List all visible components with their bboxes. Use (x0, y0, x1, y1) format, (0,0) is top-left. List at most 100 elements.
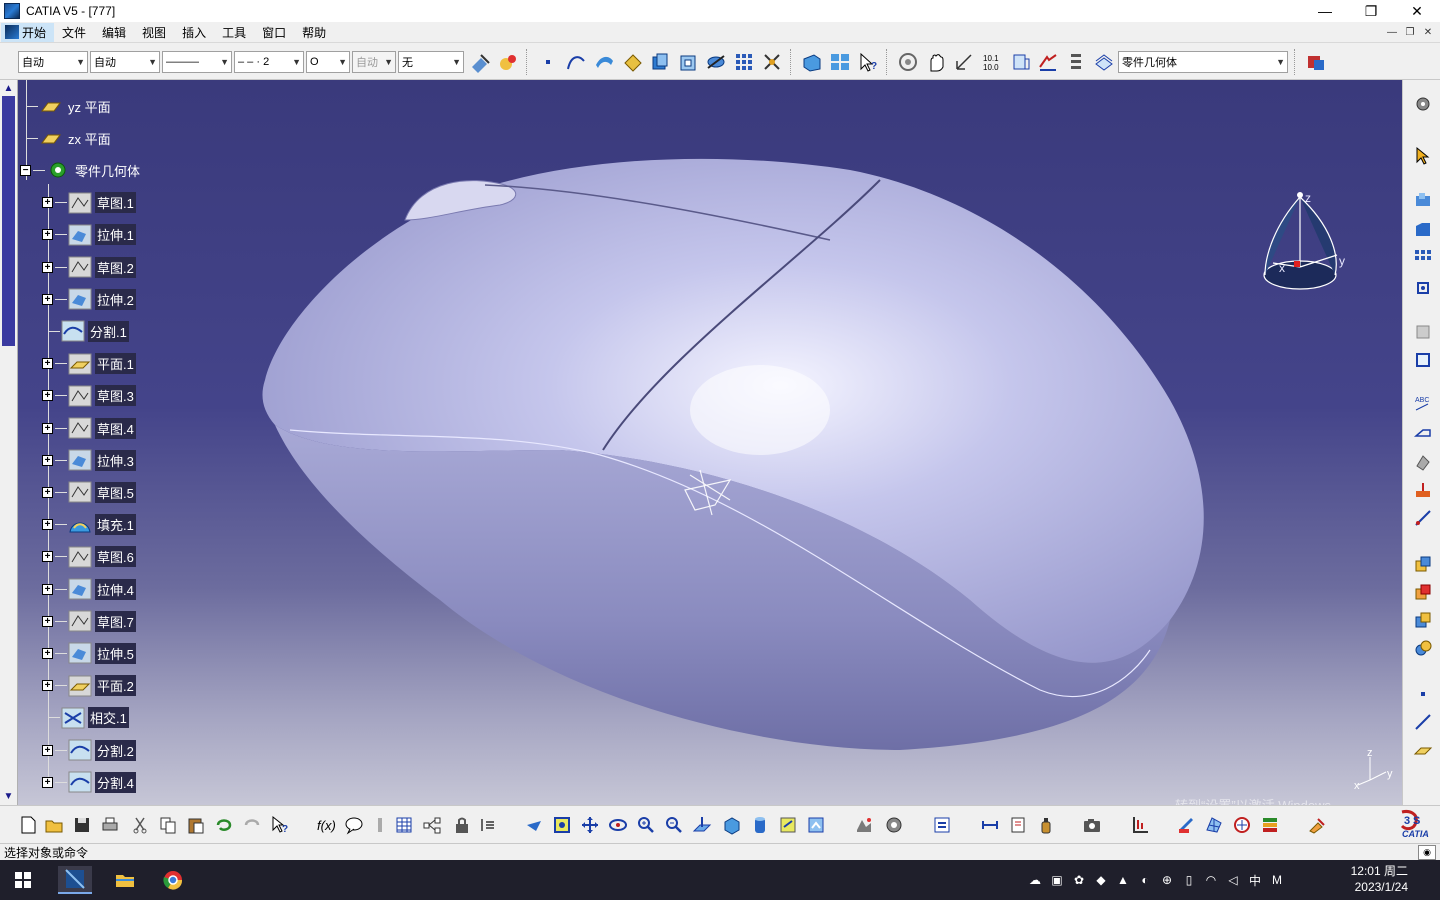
ime-mode-indicator[interactable]: M (1266, 871, 1288, 889)
new-file-icon[interactable] (16, 813, 40, 837)
taskbar-explorer-icon[interactable] (108, 866, 142, 894)
pad-icon[interactable] (648, 50, 672, 74)
tree-item[interactable]: + 拉伸.3 (42, 448, 136, 472)
gear-icon[interactable] (1411, 92, 1435, 116)
workbench-icon[interactable] (1304, 50, 1328, 74)
boolean-union-icon[interactable] (1411, 636, 1435, 660)
analysis-icon[interactable] (1411, 320, 1435, 344)
boolean-remove-icon[interactable] (1411, 580, 1435, 604)
tree-item[interactable]: + 草图.4 (42, 416, 136, 440)
reference-plane-icon[interactable] (1411, 738, 1435, 762)
rotate-icon[interactable] (606, 813, 630, 837)
tree-item[interactable]: + 草图.2 (42, 255, 136, 279)
publish-icon[interactable] (930, 813, 954, 837)
undo-icon[interactable] (212, 813, 236, 837)
point-icon[interactable] (536, 50, 560, 74)
sketch-analysis-icon[interactable] (1006, 813, 1030, 837)
tray-nvidia-icon[interactable]: ▲ (1112, 871, 1134, 889)
tree-item[interactable]: + 拉伸.4 (42, 577, 136, 601)
doc-minimize-button[interactable]: — (1384, 24, 1400, 40)
tree-item[interactable]: − 零件几何体 (20, 158, 142, 182)
reference-line-icon[interactable] (1411, 710, 1435, 734)
compass[interactable]: z x y (1255, 185, 1355, 295)
menu-file[interactable]: 文件 (54, 24, 94, 41)
tree-item[interactable]: + 拉伸.2 (42, 287, 136, 311)
normal-view-icon[interactable] (1008, 50, 1032, 74)
maximize-button[interactable]: ❐ (1348, 0, 1394, 22)
expand-icon[interactable]: + (42, 229, 53, 241)
measure-icon[interactable] (952, 50, 976, 74)
camera-icon[interactable] (1080, 813, 1104, 837)
tools-icon[interactable] (760, 50, 784, 74)
tree-item[interactable]: + 分割.4 (42, 770, 136, 794)
expand-icon[interactable]: + (42, 390, 53, 402)
volume-icon[interactable]: ◁ (1222, 871, 1244, 889)
move-icon[interactable] (578, 813, 602, 837)
onedrive-icon[interactable]: ☁ (1024, 871, 1046, 889)
current-body-combo[interactable]: 零件几何体 ▼ (1118, 50, 1288, 73)
dimension-icon[interactable] (978, 813, 1002, 837)
scrollbar-thumb[interactable] (2, 96, 15, 346)
catalog-icon[interactable] (368, 813, 392, 837)
fit-all-icon[interactable] (550, 813, 574, 837)
scale-icon[interactable]: 10.1 10.0 (980, 50, 1004, 74)
pattern-icon[interactable] (732, 50, 756, 74)
transparency-combo[interactable]: 自动 ▼ (90, 50, 160, 73)
menu-view[interactable]: 视图 (134, 24, 174, 41)
expand-icon[interactable]: + (42, 293, 53, 305)
expand-icon[interactable]: + (42, 680, 53, 692)
axis-grid-icon[interactable] (1128, 813, 1152, 837)
tray-k-icon[interactable]: ▣ (1046, 871, 1068, 889)
tree-item[interactable]: 分割.1 (48, 319, 129, 343)
knowledge-icon[interactable] (342, 813, 366, 837)
expand-icon[interactable]: + (42, 454, 53, 466)
bottle-icon[interactable] (1034, 813, 1058, 837)
translate-icon[interactable] (1411, 276, 1435, 300)
render-icon[interactable] (852, 813, 876, 837)
mouse-model-canvas[interactable] (0, 80, 1402, 805)
properties-icon[interactable] (496, 50, 520, 74)
linewidth-combo[interactable]: ——— ▼ (162, 50, 232, 73)
surface-mesh-icon[interactable] (1202, 813, 1226, 837)
normal-view-icon[interactable] (690, 813, 714, 837)
close-button[interactable]: ✕ (1394, 0, 1440, 22)
shaft-icon[interactable] (704, 50, 728, 74)
doc-restore-button[interactable]: ❐ (1402, 24, 1418, 40)
windows-start-icon[interactable] (8, 866, 38, 894)
whats-this-icon[interactable]: ? (856, 50, 880, 74)
tree-item[interactable]: + 平面.2 (42, 674, 136, 698)
formula-icon[interactable]: f(x) (314, 813, 338, 837)
fly-icon[interactable] (522, 813, 546, 837)
scroll-down-icon[interactable]: ▼ (1, 789, 16, 804)
annotation-icon[interactable]: ABC (1411, 392, 1435, 416)
save-icon[interactable] (70, 813, 94, 837)
hide-icon[interactable] (776, 813, 800, 837)
diagram-icon[interactable] (420, 813, 444, 837)
fillet-icon[interactable] (1411, 188, 1435, 212)
shading-icon[interactable] (748, 813, 772, 837)
redo-icon[interactable] (240, 813, 264, 837)
tree-item[interactable]: + 草图.5 (42, 480, 136, 504)
menu-start[interactable]: 开始 (1, 22, 55, 42)
draft-analysis-icon[interactable] (1411, 348, 1435, 372)
hide-show-icon[interactable] (1036, 50, 1060, 74)
tree-item[interactable]: + 草图.3 (42, 384, 136, 408)
boolean-intersect-icon[interactable] (1411, 608, 1435, 632)
power-input-icon[interactable]: ◉ (1418, 845, 1436, 860)
expand-icon[interactable]: + (42, 197, 53, 209)
expand-icon[interactable]: + (42, 551, 53, 563)
tray-globe-icon[interactable]: ◐ (1134, 871, 1156, 889)
tree-item[interactable]: + 拉伸.5 (42, 641, 136, 665)
tree-item[interactable]: + 平面.1 (42, 352, 136, 376)
face-icon[interactable] (800, 50, 824, 74)
lock-icon[interactable] (450, 813, 474, 837)
3d-viewport[interactable]: ▲ ▼ yz 平面 zx 平面 − 零件几何体 + 草图.1 + 拉伸.1 + 草图.2 + 拉伸.2… (0, 80, 1402, 805)
swap-visible-icon[interactable] (1064, 50, 1088, 74)
expand-icon[interactable]: + (42, 519, 53, 531)
tree-item[interactable]: yz 平面 (26, 94, 113, 118)
tree-item[interactable]: + 拉伸.1 (42, 223, 136, 247)
measure-item-icon[interactable] (1411, 506, 1435, 530)
menu-help[interactable]: 帮助 (294, 24, 334, 41)
rendering-mode-icon[interactable] (1230, 813, 1254, 837)
tree-item[interactable]: 相交.1 (48, 706, 129, 730)
